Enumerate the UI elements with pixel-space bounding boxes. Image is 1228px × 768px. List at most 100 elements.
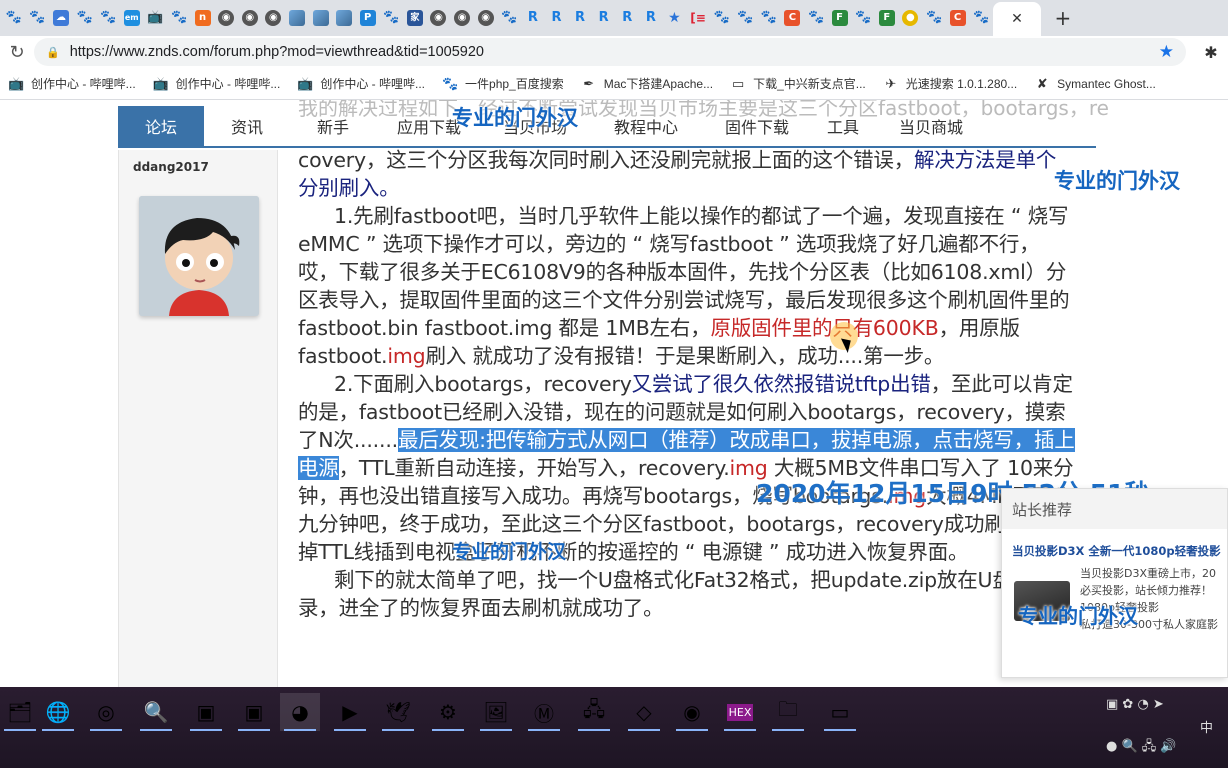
browser-tab[interactable]: R [568, 3, 592, 33]
window-icon[interactable]: ▣ [234, 693, 274, 731]
r-icon: R [527, 10, 538, 25]
flag-icon: F [831, 10, 848, 26]
browser-tab[interactable]: R [545, 3, 569, 33]
bookmark-item[interactable]: ✈ 光速搜索 1.0.1.280... [883, 75, 1017, 92]
bird-icon[interactable]: 🕊 [378, 693, 418, 731]
recommend-popup[interactable]: 站长推荐 当贝投影D3X 全新一代1080p轻奢投影 当贝投影D3X重磅上市，2… [1001, 488, 1228, 678]
folder-icon[interactable]: 🗂 [0, 693, 40, 731]
bookmark-item[interactable]: ✘ Symantec Ghost... [1034, 76, 1156, 92]
nav-item[interactable]: 固件下载 [704, 106, 810, 146]
nav-item[interactable]: 当贝商城 [876, 106, 986, 146]
running-indicator [284, 729, 316, 731]
obs-like-icon[interactable]: ◎ [86, 693, 126, 731]
reload-icon[interactable]: ↻ [0, 42, 34, 63]
tray-icons[interactable]: ▣ ✿ ◔ ➤ [1106, 697, 1164, 712]
recommend-line: 必买投影，站长倾力推荐！ [1080, 584, 1212, 597]
hex-icon[interactable]: HEX [720, 693, 760, 731]
nav-item[interactable]: 教程中心 [588, 106, 704, 146]
browser-tab[interactable]: 🐾 [167, 3, 191, 33]
browser-tab[interactable]: 🐾 [2, 3, 26, 33]
mirror-icon[interactable]: ◇ [624, 693, 664, 731]
browser-tab[interactable]: P [356, 3, 380, 33]
new-tab-button[interactable]: + [1045, 6, 1081, 30]
browser-tab[interactable]: ◉ [474, 3, 498, 33]
terminal-icon[interactable]: ▭ [820, 693, 860, 731]
browser-tab[interactable]: 🐾 [26, 3, 50, 33]
browser-tab[interactable]: 🐾 [497, 3, 521, 33]
browser-tab[interactable] [332, 3, 356, 33]
url-text[interactable]: https://www.znds.com/forum.php?mod=viewt… [70, 44, 1159, 60]
bookmark-star-icon[interactable]: ★ [1159, 42, 1174, 62]
search-magnifier-icon[interactable]: 🔍 [136, 693, 176, 731]
browser-tab[interactable]: R [639, 3, 663, 33]
browser-tab[interactable]: ★ [663, 3, 687, 33]
system-tray[interactable]: ● 🔍 🖧 🔊 [1106, 737, 1177, 759]
obs-icon[interactable]: ◉ [672, 693, 712, 731]
bookmark-item[interactable]: 🐾 一件php_百度搜索 [442, 75, 564, 92]
author-username[interactable]: ddang2017 [133, 160, 209, 174]
browser-tab[interactable]: R [592, 3, 616, 33]
browser-tab[interactable]: ● [899, 3, 923, 33]
browser-tab[interactable]: n [191, 3, 215, 33]
recommend-title[interactable]: 当贝投影D3X 全新一代1080p轻奢投影 [1002, 529, 1227, 565]
browser-tab[interactable]: 📺 [144, 3, 168, 33]
network-icon[interactable]: 🖧 [574, 693, 614, 731]
browser-tab[interactable]: 🐾 [733, 3, 757, 33]
browser-tab[interactable]: ◉ [450, 3, 474, 33]
browser-tab[interactable]: ◉ [262, 3, 286, 33]
nav-item[interactable]: 工具 [810, 106, 876, 146]
browser-tab[interactable]: 🐾 [710, 3, 734, 33]
watermark: 专业的门外汉 [1018, 604, 1138, 628]
browser-tab[interactable]: 🐾 [969, 3, 993, 33]
photo-icon[interactable]: 🖼 [476, 693, 516, 731]
browser-tab[interactable]: 🐾 [380, 3, 404, 33]
taskbar-glyph: ▣ [196, 700, 216, 724]
window-icon[interactable]: ▣ [186, 693, 226, 731]
avatar[interactable] [139, 196, 259, 316]
bookmark-item[interactable]: ▭ 下载_中兴新支点官... [730, 75, 866, 92]
chrome-icon[interactable]: ◕ [280, 693, 320, 731]
browser-tab[interactable]: F [875, 3, 899, 33]
browser-tab[interactable]: F [828, 3, 852, 33]
browser-tab[interactable]: 🐾 [804, 3, 828, 33]
nav-item[interactable]: 新手 [290, 106, 376, 146]
network-globe-icon[interactable]: 🌐 [38, 693, 78, 731]
browser-tab[interactable]: [≡ [686, 3, 710, 33]
browser-tab[interactable]: 🐾 [851, 3, 875, 33]
bookmark-item[interactable]: 📺 创作中心 - 哔哩哔... [153, 75, 281, 92]
browser-tab[interactable]: 🐾 [757, 3, 781, 33]
bookmark-label: 一件php_百度搜索 [465, 77, 564, 91]
browser-tab[interactable]: 家 [403, 3, 427, 33]
close-icon[interactable]: ✕ [1007, 11, 1027, 27]
nav-item[interactable]: 资讯 [204, 106, 290, 146]
browser-tab[interactable]: ◉ [238, 3, 262, 33]
browser-tab[interactable]: C [946, 3, 970, 33]
browser-tab[interactable] [309, 3, 333, 33]
bookmark-item[interactable]: 📺 创作中心 - 哔哩哔... [8, 75, 136, 92]
browser-tab[interactable]: em [120, 3, 144, 33]
chip-icon[interactable]: ⚙ [428, 693, 468, 731]
nav-item[interactable]: 论坛 [118, 106, 204, 146]
bookmark-item[interactable]: ✒ Mac下搭建Apache... [581, 75, 713, 92]
bookmark-item[interactable]: 📺 创作中心 - 哔哩哔... [297, 75, 425, 92]
m-logo-icon[interactable]: Ⓜ [524, 693, 564, 731]
browser-tab[interactable]: ◉ [214, 3, 238, 33]
browser-tab[interactable]: ◉ [427, 3, 451, 33]
browser-tab[interactable]: ☁ [49, 3, 73, 33]
browser-tab[interactable]: R [521, 3, 545, 33]
folder-icon[interactable]: 🗀 [768, 693, 808, 731]
play-icon[interactable]: ▶ [330, 693, 370, 731]
browser-tab[interactable]: C [781, 3, 805, 33]
lock-icon[interactable]: 🔒 [46, 46, 60, 59]
globe-icon: ◉ [430, 10, 447, 26]
active-browser-tab[interactable]: ✕ [992, 2, 1041, 36]
address-bar[interactable]: 🔒 https://www.znds.com/forum.php?mod=vie… [34, 38, 1186, 66]
browser-tab[interactable]: R [615, 3, 639, 33]
extension-puzzle-icon[interactable]: ✱ [1194, 43, 1228, 62]
browser-tab[interactable]: 🐾 [96, 3, 120, 33]
browser-tab[interactable]: 🐾 [922, 3, 946, 33]
browser-tab[interactable]: 🐾 [73, 3, 97, 33]
paw-icon: 🐾 [29, 10, 46, 25]
browser-tab[interactable] [285, 3, 309, 33]
ime-indicator[interactable]: 中 [1200, 717, 1213, 736]
